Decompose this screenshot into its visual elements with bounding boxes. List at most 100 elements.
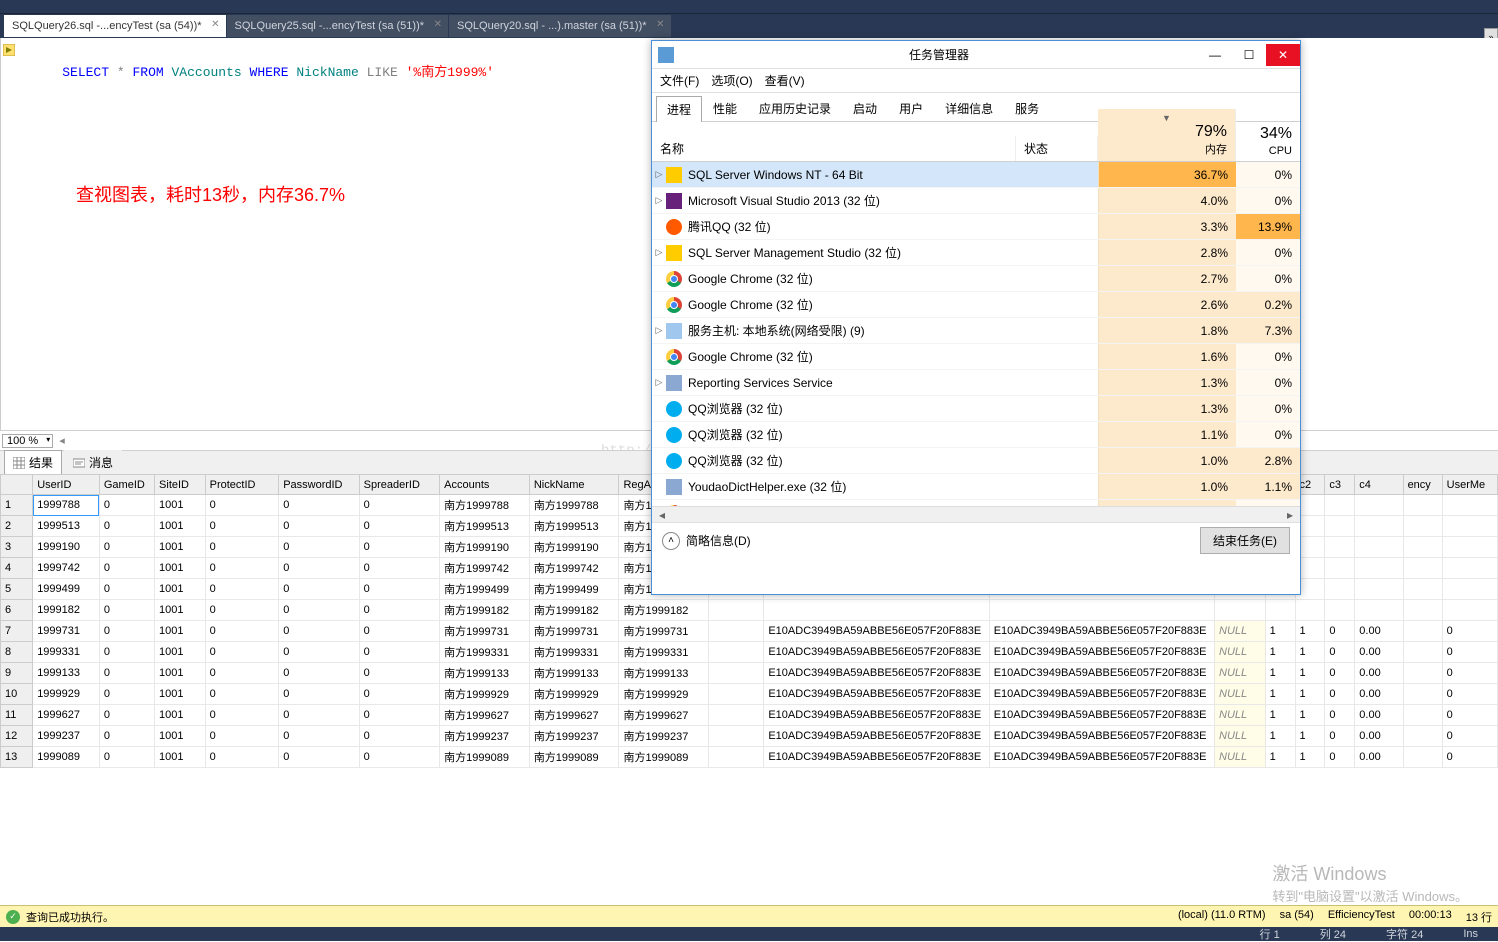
cell[interactable]: 0	[1442, 621, 1497, 642]
cell[interactable]: 0	[359, 495, 439, 516]
cell[interactable]: 0	[279, 642, 359, 663]
cell[interactable]	[1403, 516, 1442, 537]
process-row[interactable]: QQ浏览器 (32 位)1.0%2.8%	[652, 448, 1300, 474]
cell[interactable]: E10ADC3949BA59ABBE56E057F20F883E	[764, 726, 989, 747]
zoom-combo[interactable]: 100 %	[2, 434, 53, 448]
cell[interactable]	[1403, 579, 1442, 600]
col-memory[interactable]: ▼ 79% 内存	[1098, 109, 1236, 161]
cell[interactable]: 0	[359, 558, 439, 579]
process-row[interactable]: ▷服务主机: 本地系统(网络受限) (9)1.8%7.3%	[652, 318, 1300, 344]
process-row[interactable]: Google Chrome (32 位)1.6%0%	[652, 344, 1300, 370]
process-row[interactable]: ▷Reporting Services Service1.3%0%	[652, 370, 1300, 396]
cell[interactable]: 0	[279, 726, 359, 747]
cell[interactable]: 0.00	[1355, 684, 1403, 705]
row-number[interactable]: 2	[1, 516, 33, 537]
cell[interactable]: 1999331	[33, 642, 100, 663]
cell[interactable]: E10ADC3949BA59ABBE56E057F20F883E	[764, 621, 989, 642]
cell[interactable]: 南方1999331	[619, 642, 709, 663]
cell[interactable]: 0	[205, 558, 279, 579]
cell[interactable]	[1355, 537, 1403, 558]
menu-options[interactable]: 选项(O)	[711, 72, 752, 89]
cell[interactable]: 0	[279, 621, 359, 642]
cell[interactable]: 0	[279, 516, 359, 537]
cell[interactable]: 0.00	[1355, 726, 1403, 747]
cell[interactable]: 南方1999089	[440, 747, 530, 768]
col-header[interactable]: c4	[1355, 475, 1403, 495]
cell[interactable]: 1	[1295, 705, 1325, 726]
cell[interactable]	[1442, 495, 1497, 516]
cell[interactable]: 0	[359, 600, 439, 621]
cell[interactable]: E10ADC3949BA59ABBE56E057F20F883E	[989, 621, 1214, 642]
cell[interactable]: 0	[359, 726, 439, 747]
tm-tab-3[interactable]: 启动	[842, 95, 888, 121]
cell[interactable]	[1325, 495, 1355, 516]
col-name[interactable]: 名称	[652, 136, 1016, 161]
cell[interactable]: 0	[279, 495, 359, 516]
cell[interactable]: 南方1999788	[529, 495, 619, 516]
cell[interactable]: 南方1999627	[529, 705, 619, 726]
col-header[interactable]: UserID	[33, 475, 100, 495]
cell[interactable]: 南方1999190	[529, 537, 619, 558]
titlebar[interactable]: 任务管理器 — ☐ ✕	[652, 41, 1300, 69]
cell[interactable]: 南方1999731	[440, 621, 530, 642]
cell[interactable]: 1001	[155, 726, 206, 747]
cell[interactable]: 0	[205, 705, 279, 726]
close-icon[interactable]: ✕	[656, 19, 664, 30]
cell[interactable]: 南方1999182	[529, 600, 619, 621]
cell[interactable]: 0	[99, 642, 154, 663]
tm-tab-1[interactable]: 性能	[702, 95, 748, 121]
cell[interactable]: 南方1999513	[529, 516, 619, 537]
expand-icon[interactable]: ▷	[652, 195, 666, 206]
cell[interactable]	[1295, 600, 1325, 621]
cell[interactable]: 0	[279, 600, 359, 621]
cell[interactable]: E10ADC3949BA59ABBE56E057F20F883E	[989, 726, 1214, 747]
cell[interactable]: E10ADC3949BA59ABBE56E057F20F883E	[989, 684, 1214, 705]
cell[interactable]: 0.00	[1355, 621, 1403, 642]
cell[interactable]: 0	[359, 705, 439, 726]
cell[interactable]: 1999237	[33, 726, 100, 747]
cell[interactable]: 南方1999089	[619, 747, 709, 768]
cell[interactable]: NULL	[1215, 747, 1266, 768]
cell[interactable]: 0	[99, 747, 154, 768]
cell[interactable]: 南方1999089	[529, 747, 619, 768]
cell[interactable]: 0	[205, 684, 279, 705]
cell[interactable]: 南方1999742	[440, 558, 530, 579]
row-number[interactable]: 5	[1, 579, 33, 600]
menu-view[interactable]: 查看(V)	[765, 72, 805, 89]
row-number[interactable]: 6	[1, 600, 33, 621]
process-row[interactable]: YoudaoDictHelper.exe (32 位)1.0%1.1%	[652, 474, 1300, 500]
row-number[interactable]: 9	[1, 663, 33, 684]
table-row[interactable]: 10199992901001000南方1999929南方1999929南方199…	[1, 684, 1498, 705]
row-number[interactable]: 3	[1, 537, 33, 558]
cell[interactable]	[1355, 516, 1403, 537]
row-number[interactable]: 13	[1, 747, 33, 768]
table-row[interactable]: 13199908901001000南方1999089南方1999089南方199…	[1, 747, 1498, 768]
cell[interactable]: 0	[1442, 642, 1497, 663]
row-number[interactable]: 8	[1, 642, 33, 663]
process-row[interactable]: QQ浏览器 (32 位)1.1%0%	[652, 422, 1300, 448]
cell[interactable]: 1	[1295, 747, 1325, 768]
process-row[interactable]: Google Chrome (32 位)0.9%0%	[652, 500, 1300, 506]
end-task-button[interactable]: 结束任务(E)	[1200, 527, 1290, 554]
cell[interactable]: E10ADC3949BA59ABBE56E057F20F883E	[989, 705, 1214, 726]
row-number[interactable]: 10	[1, 684, 33, 705]
cell[interactable]: 0	[279, 663, 359, 684]
cell[interactable]: 0	[205, 579, 279, 600]
cell[interactable]: 南方1999499	[529, 579, 619, 600]
cell[interactable]: 南方1999627	[440, 705, 530, 726]
cell[interactable]: 0	[99, 579, 154, 600]
row-number[interactable]: 12	[1, 726, 33, 747]
results-tab[interactable]: 结果	[4, 450, 62, 474]
cell[interactable]: NULL	[1215, 642, 1266, 663]
cell[interactable]: E10ADC3949BA59ABBE56E057F20F883E	[989, 747, 1214, 768]
cell[interactable]: 南方1999742	[529, 558, 619, 579]
cell[interactable]: 南方1999133	[440, 663, 530, 684]
minimize-button[interactable]: —	[1198, 44, 1232, 66]
cell[interactable]: NULL	[1215, 726, 1266, 747]
cell[interactable]	[709, 600, 764, 621]
cell[interactable]: 南方1999182	[440, 600, 530, 621]
menu-file[interactable]: 文件(F)	[660, 72, 699, 89]
cell[interactable]: 1001	[155, 600, 206, 621]
process-row[interactable]: ▷SQL Server Management Studio (32 位)2.8%…	[652, 240, 1300, 266]
cell[interactable]: 0	[205, 495, 279, 516]
